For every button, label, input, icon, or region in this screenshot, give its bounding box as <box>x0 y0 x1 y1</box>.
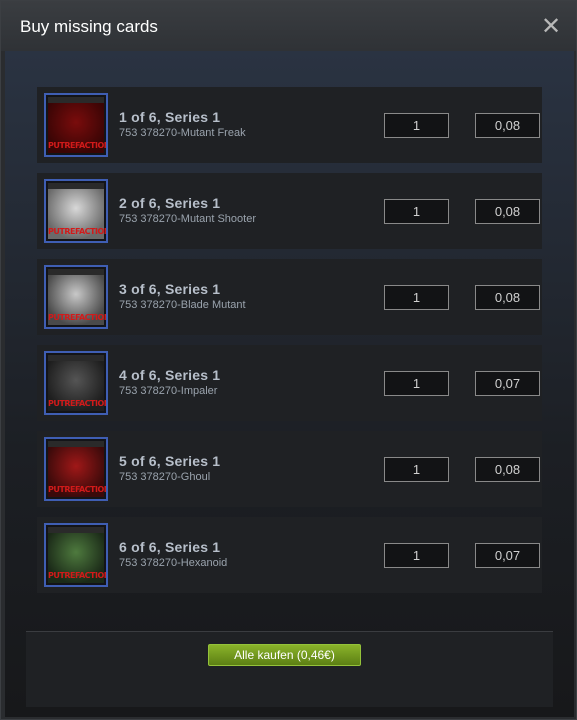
impaler-card-icon[interactable]: PUTREFACTION <box>44 351 108 415</box>
card-art: PUTREFACTION <box>48 527 108 583</box>
buy-missing-cards-dialog: Buy missing cards ✕ PUTREFACTION 1 of 6,… <box>0 0 577 720</box>
card-art: PUTREFACTION <box>48 441 108 497</box>
card-art: PUTREFACTION <box>48 269 108 325</box>
card-list: PUTREFACTION 1 of 6, Series 1 753 378270… <box>37 87 542 603</box>
card-title: 1 of 6, Series 1 <box>119 109 221 125</box>
card-label-strip <box>48 97 104 103</box>
card-row: PUTREFACTION 5 of 6, Series 1 753 378270… <box>37 431 542 507</box>
card-logo-text: PUTREFACTION <box>48 313 108 322</box>
card-subtitle: 753 378270-Blade Mutant <box>119 299 246 311</box>
card-label-strip <box>48 441 104 447</box>
quantity-input[interactable]: 1 <box>384 457 449 482</box>
mutant-freak-card-icon[interactable]: PUTREFACTION <box>44 93 108 157</box>
card-subtitle: 753 378270-Impaler <box>119 385 218 397</box>
quantity-input[interactable]: 1 <box>384 371 449 396</box>
card-logo-text: PUTREFACTION <box>48 141 108 150</box>
quantity-input[interactable]: 1 <box>384 113 449 138</box>
mutant-shooter-card-icon[interactable]: PUTREFACTION <box>44 179 108 243</box>
hexanoid-card-icon[interactable]: PUTREFACTION <box>44 523 108 587</box>
card-row: PUTREFACTION 4 of 6, Series 1 753 378270… <box>37 345 542 421</box>
card-art: PUTREFACTION <box>48 183 108 239</box>
card-row: PUTREFACTION 3 of 6, Series 1 753 378270… <box>37 259 542 335</box>
card-subtitle: 753 378270-Hexanoid <box>119 557 228 569</box>
price-input[interactable]: 0,08 <box>475 457 540 482</box>
quantity-input[interactable]: 1 <box>384 285 449 310</box>
card-label-strip <box>48 355 104 361</box>
card-title: 2 of 6, Series 1 <box>119 195 221 211</box>
card-title: 3 of 6, Series 1 <box>119 281 221 297</box>
card-row: PUTREFACTION 6 of 6, Series 1 753 378270… <box>37 517 542 593</box>
card-subtitle: 753 378270-Ghoul <box>119 471 211 483</box>
dialog-body: PUTREFACTION 1 of 6, Series 1 753 378270… <box>5 51 574 717</box>
card-subtitle: 753 378270-Mutant Freak <box>119 127 246 139</box>
card-logo-text: PUTREFACTION <box>48 399 108 408</box>
card-label-strip <box>48 183 104 189</box>
card-title: 5 of 6, Series 1 <box>119 453 221 469</box>
card-subtitle: 753 378270-Mutant Shooter <box>119 213 256 225</box>
blade-mutant-card-icon[interactable]: PUTREFACTION <box>44 265 108 329</box>
card-logo-text: PUTREFACTION <box>48 571 108 580</box>
title-bar: Buy missing cards ✕ <box>1 1 576 51</box>
price-input[interactable]: 0,07 <box>475 371 540 396</box>
price-input[interactable]: 0,08 <box>475 199 540 224</box>
card-art: PUTREFACTION <box>48 355 108 411</box>
card-label-strip <box>48 527 104 533</box>
price-input[interactable]: 0,08 <box>475 113 540 138</box>
dialog-title: Buy missing cards <box>20 17 158 36</box>
dialog-footer: Alle kaufen (0,46€) <box>26 631 553 707</box>
ghoul-card-icon[interactable]: PUTREFACTION <box>44 437 108 501</box>
close-icon[interactable]: ✕ <box>541 14 561 38</box>
card-title: 6 of 6, Series 1 <box>119 539 221 555</box>
quantity-input[interactable]: 1 <box>384 543 449 568</box>
price-input[interactable]: 0,07 <box>475 543 540 568</box>
card-logo-text: PUTREFACTION <box>48 485 108 494</box>
price-input[interactable]: 0,08 <box>475 285 540 310</box>
quantity-input[interactable]: 1 <box>384 199 449 224</box>
card-label-strip <box>48 269 104 275</box>
card-art: PUTREFACTION <box>48 97 108 153</box>
card-title: 4 of 6, Series 1 <box>119 367 221 383</box>
card-row: PUTREFACTION 2 of 6, Series 1 753 378270… <box>37 173 542 249</box>
card-row: PUTREFACTION 1 of 6, Series 1 753 378270… <box>37 87 542 163</box>
card-logo-text: PUTREFACTION <box>48 227 108 236</box>
buy-all-button[interactable]: Alle kaufen (0,46€) <box>208 644 361 666</box>
